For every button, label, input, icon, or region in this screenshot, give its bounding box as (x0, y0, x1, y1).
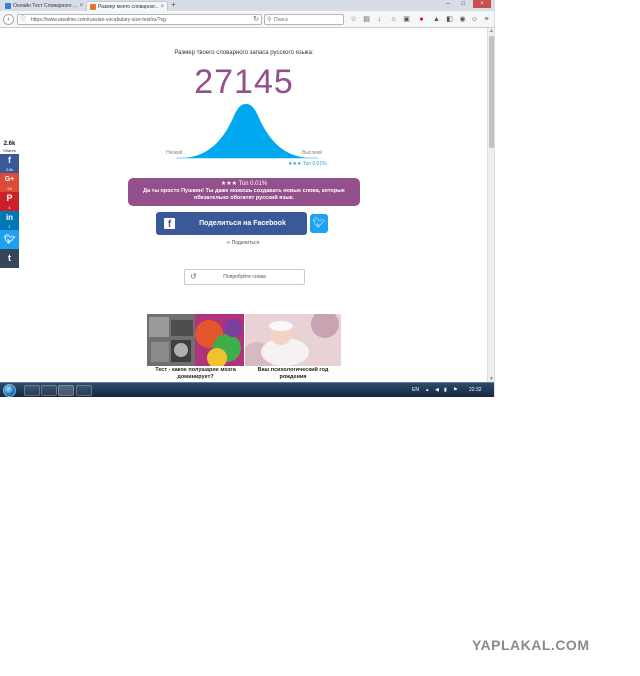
bookmark-star-icon[interactable]: ☆ (349, 15, 358, 24)
download-icon[interactable]: ↓ (375, 15, 384, 24)
twitter-icon: 🐦︎ (312, 218, 326, 229)
yaplakal-watermark: YAPLAKAL.COM (472, 637, 590, 653)
facebook-icon: f (8, 155, 11, 165)
bell-curve-shape (180, 104, 312, 158)
tab-vocabulary-result[interactable]: Размер моего словарног... × (86, 1, 168, 11)
linkedin-icon: in (5, 213, 14, 222)
share-twitter-button[interactable]: 🐦︎ (0, 230, 19, 249)
new-tab-button[interactable]: + (171, 0, 176, 10)
facebook-icon: f (164, 218, 175, 229)
tab-title: Онлайн Тест Словарного ... (13, 3, 78, 9)
share-tumblr-button[interactable]: t (0, 249, 19, 268)
maximize-icon[interactable]: □ (456, 0, 470, 8)
reload-icon[interactable]: ↻ (253, 15, 259, 25)
share-count: 2.6k (5, 167, 14, 172)
fox-favicon-icon (90, 4, 96, 10)
minimize-icon[interactable]: – (441, 0, 455, 8)
tab-title: Размер моего словарног... (98, 4, 159, 10)
tab-bar: Онлайн Тест Словарного ... × Размер моег… (0, 0, 494, 11)
sync-icon[interactable]: ☺ (470, 15, 479, 24)
pocket-icon[interactable]: ▣ (402, 15, 411, 24)
vocabulary-score: 27145 (194, 63, 294, 101)
tray-arrow-icon[interactable]: ▴ (426, 383, 429, 397)
share-count: 24 (7, 186, 12, 191)
quiz-card-brain-hemisphere[interactable] (147, 314, 244, 366)
volume-icon[interactable]: ◀ (435, 383, 439, 397)
facebook-button-label: Поделиться на Facebook (199, 220, 286, 227)
share-pinterest-button[interactable]: P 1 (0, 192, 19, 211)
home-icon[interactable]: ⌂ (389, 15, 398, 24)
windows-taskbar: EN ▴ ◀ ▮ ⚑ 22:32 (0, 382, 494, 397)
share-on-facebook-button[interactable]: f Поделиться на Facebook (156, 212, 307, 235)
brain-test-thumbnail (147, 314, 244, 366)
tab-vocabulary-test[interactable]: Онлайн Тест Словарного ... × (2, 1, 86, 11)
screenshot-frame: Онлайн Тест Словарного ... × Размер моег… (0, 0, 495, 397)
rank-indicator: ★★★ Топ 0.01% (288, 161, 327, 167)
label-high: Высокий (302, 150, 323, 156)
label-low: Низкий (166, 150, 183, 156)
taskbar-app-button[interactable] (76, 385, 92, 396)
share-sidebar: 2.6k Shares f 2.6k G+ 24 P 1 in 1 🐦︎ t (0, 140, 19, 268)
tumblr-icon: t (8, 253, 11, 263)
banner-message: Да ты просто Пушкин! Ты даже можешь созд… (143, 188, 345, 201)
share-on-twitter-button[interactable]: 🐦︎ (310, 214, 328, 233)
adblock-icon[interactable]: ● (417, 15, 426, 24)
share-icon: ⋖ (226, 240, 231, 246)
result-headline: Размер твоего словарного запаса русского… (174, 50, 314, 56)
try-again-label: Попробуйте снова (223, 274, 266, 280)
search-box[interactable]: ⚲ (264, 14, 344, 25)
file-explorer-button[interactable] (24, 385, 40, 396)
firefox-taskbar-button[interactable] (58, 385, 74, 396)
share-link-label: Поделиться (231, 240, 260, 246)
address-bar[interactable]: ⓘ https://www.arealme.com/russian-vocabu… (17, 14, 262, 25)
share-link[interactable]: ⋖ Поделиться (226, 240, 259, 246)
menu-icon[interactable]: ≡ (482, 15, 491, 24)
share-count: 1 (8, 224, 11, 229)
share-facebook-button[interactable]: f 2.6k (0, 154, 19, 173)
result-banner: ★★★ Топ 0.01% Да ты просто Пушкин! Ты да… (128, 178, 360, 206)
addon-icon[interactable]: ◉ (458, 15, 467, 24)
info-icon[interactable]: ⓘ (20, 16, 26, 24)
flag-icon[interactable]: ⚑ (453, 383, 457, 397)
start-button[interactable] (3, 384, 16, 397)
taskbar-app-button[interactable] (41, 385, 57, 396)
search-input[interactable] (274, 15, 342, 24)
pinterest-icon: P (6, 193, 13, 203)
card-caption[interactable]: Тест - какое полушарие мозга доминирует? (147, 367, 244, 381)
twitter-icon: 🐦︎ (3, 234, 16, 244)
language-indicator[interactable]: EN (412, 383, 419, 397)
card-caption[interactable]: Ваш психологический год рождения (245, 367, 341, 381)
try-again-button[interactable]: ↺ Попробуйте снова (184, 269, 305, 285)
extension-icon[interactable]: ▲ (432, 15, 441, 24)
close-tab-icon[interactable]: × (160, 2, 164, 11)
search-icon: ⚲ (267, 17, 272, 23)
site-favicon-icon (5, 3, 11, 9)
url-text[interactable]: https://www.arealme.com/russian-vocabula… (31, 15, 166, 25)
network-icon[interactable]: ▮ (444, 383, 447, 397)
googleplus-icon: G+ (4, 176, 15, 183)
close-window-icon[interactable]: × (473, 0, 491, 8)
baby-thumbnail (245, 314, 341, 366)
reading-list-icon[interactable]: ▤ (362, 15, 371, 24)
banner-title: ★★★ Топ 0.01% (220, 181, 268, 187)
close-tab-icon[interactable]: × (79, 1, 83, 11)
shares-count: 2.6k (3, 141, 16, 147)
quiz-card-psychological-age[interactable] (245, 314, 341, 366)
navigation-bar: ‹ ⓘ https://www.arealme.com/russian-voca… (0, 11, 494, 28)
share-googleplus-button[interactable]: G+ 24 (0, 173, 19, 192)
page-scrollbar[interactable]: ▲ ▼ (487, 28, 494, 382)
share-linkedin-button[interactable]: in 1 (0, 211, 19, 230)
share-count: 1 (8, 205, 11, 210)
scroll-thumb[interactable] (489, 36, 494, 148)
screenshot-icon[interactable]: ◧ (445, 15, 454, 24)
back-button[interactable]: ‹ (3, 14, 14, 25)
scroll-up-icon[interactable]: ▲ (488, 28, 494, 34)
clock[interactable]: 22:32 (469, 383, 482, 397)
